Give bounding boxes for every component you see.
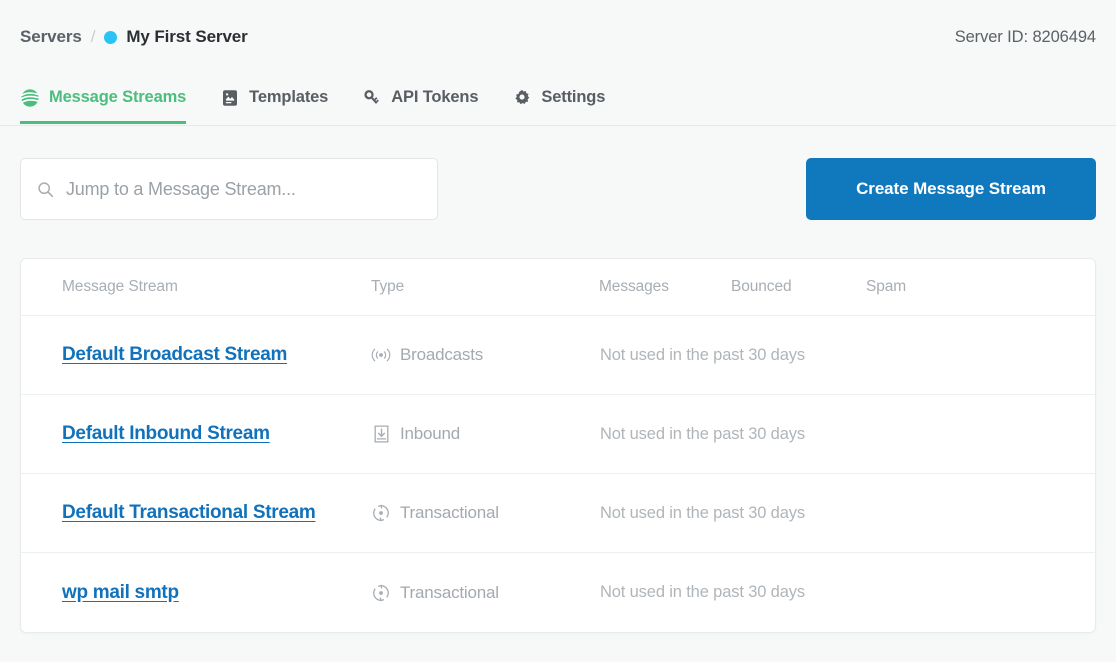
table-row[interactable]: Default Inbound Stream Inbound Not used … (21, 395, 1095, 474)
inbound-icon (371, 424, 391, 444)
tab-api-tokens[interactable]: API Tokens (362, 74, 479, 124)
stream-type-label: Transactional (400, 582, 499, 602)
breadcrumb-current-server: My First Server (126, 27, 248, 46)
column-header-spam: Spam (866, 278, 907, 295)
server-tabs: Message Streams Templates API Tokens Set… (0, 74, 1116, 126)
stream-type-label: Broadcasts (400, 345, 484, 364)
templates-icon (220, 88, 240, 108)
search-input[interactable] (20, 158, 438, 220)
column-header-message-stream: Message Stream (62, 278, 178, 295)
breadcrumb-separator: / (90, 27, 96, 46)
stream-type-label: Transactional (400, 503, 499, 522)
message-streams-page: Servers / My First Server Server ID: 820… (0, 0, 1116, 662)
server-id-label: Server ID: 8206494 (954, 27, 1096, 46)
tab-templates[interactable]: Templates (220, 74, 328, 124)
stream-usage-note: Not used in the past 30 days (600, 503, 805, 522)
stream-usage-note: Not used in the past 30 days (600, 583, 805, 601)
key-icon (362, 88, 382, 108)
tab-label: API Tokens (391, 88, 479, 106)
streams-toolbar: Create Message Stream (20, 158, 1096, 220)
stream-name-link[interactable]: Default Transactional Stream (62, 502, 316, 523)
table-row[interactable]: Default Broadcast Stream Broadcasts Not … (21, 316, 1095, 395)
column-header-type: Type (371, 278, 405, 295)
stream-name-link[interactable]: Default Broadcast Stream (62, 344, 287, 365)
stream-usage-note: Not used in the past 30 days (600, 345, 805, 364)
table-row[interactable]: Default Transactional Stream Transaction… (21, 474, 1095, 553)
message-streams-table: Message Stream Type Messages Bounced Spa… (20, 258, 1096, 633)
table-row[interactable]: wp mail smtp Transactional Not used in t… (21, 553, 1095, 632)
column-header-bounced: Bounced (731, 278, 792, 295)
tab-label: Templates (249, 88, 329, 106)
stream-type-label: Inbound (400, 424, 461, 443)
breadcrumb: Servers / My First Server (20, 27, 248, 47)
tab-settings[interactable]: Settings (512, 74, 605, 124)
table-header-row: Message Stream Type Messages Bounced Spa… (21, 259, 1095, 316)
column-header-messages: Messages (599, 278, 669, 295)
server-status-dot-icon (104, 30, 118, 44)
broadcast-icon (371, 345, 391, 365)
create-message-stream-button[interactable]: Create Message Stream (806, 158, 1096, 220)
transactional-icon (371, 583, 391, 603)
stream-name-link[interactable]: wp mail smtp (62, 582, 179, 603)
breadcrumb-servers-link[interactable]: Servers (20, 27, 82, 47)
gear-icon (512, 88, 532, 108)
stream-usage-note: Not used in the past 30 days (600, 424, 805, 443)
message-streams-icon (20, 88, 40, 108)
tab-label: Settings (541, 88, 606, 106)
tab-label: Message Streams (49, 88, 187, 106)
search-field-wrapper (20, 158, 438, 220)
page-header: Servers / My First Server Server ID: 820… (0, 0, 1116, 74)
tab-message-streams[interactable]: Message Streams (20, 74, 186, 124)
transactional-icon (371, 503, 391, 523)
stream-name-link[interactable]: Default Inbound Stream (62, 423, 270, 444)
